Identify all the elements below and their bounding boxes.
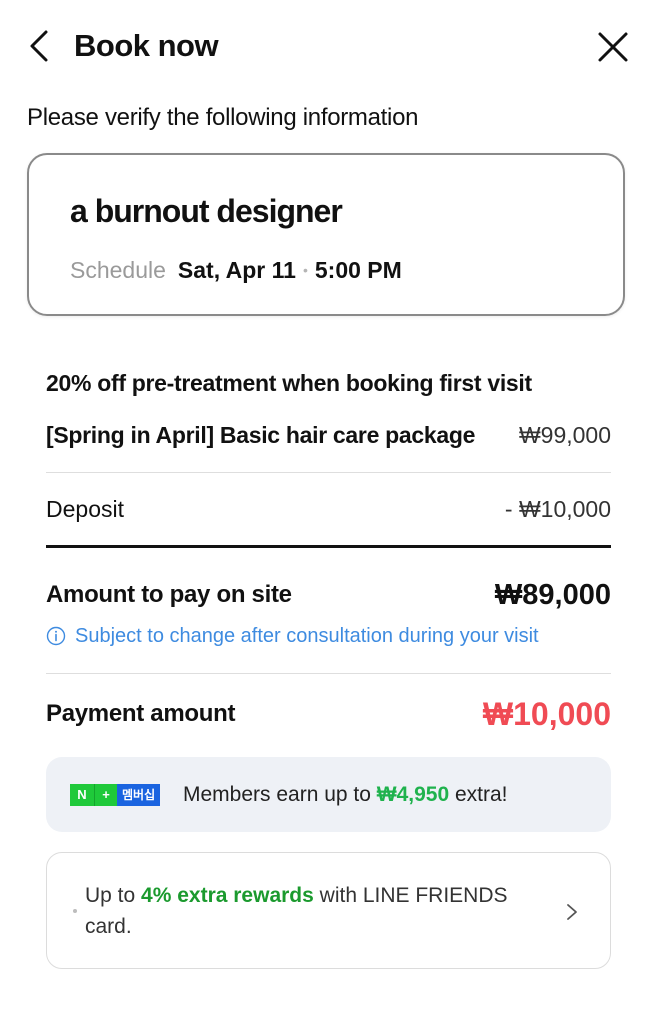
card-offer-banner[interactable]: Up to 4% extra rewards with LINE FRIENDS…	[46, 852, 611, 969]
badge-word: 멤버십	[117, 784, 161, 806]
schedule-separator: •	[302, 262, 308, 278]
badge-plus: +	[94, 784, 117, 806]
close-icon[interactable]	[594, 28, 632, 66]
onsite-amount-value: ₩89,000	[494, 578, 611, 611]
payment-amount-label: Payment amount	[46, 700, 236, 727]
schedule-row: Schedule Sat, Apr 11 • 5:00 PM	[70, 255, 402, 285]
onsite-notice-text: Subject to change after consultation dur…	[75, 625, 539, 647]
membership-amount: ₩4,950	[376, 783, 450, 806]
card-offer-text: Up to 4% extra rewards with LINE FRIENDS…	[85, 880, 555, 942]
info-icon	[46, 626, 66, 646]
promo-title: 20% off pre-treatment when booking first…	[46, 370, 532, 396]
shop-card: a burnout designer Schedule Sat, Apr 11 • 5…	[27, 153, 625, 316]
divider	[46, 472, 611, 473]
card-offer-text-before: Up to	[85, 884, 142, 907]
onsite-amount-label: Amount to pay on site	[46, 581, 292, 608]
onsite-amount-row: Amount to pay on site ₩89,000	[46, 577, 611, 613]
schedule-time: 5:00 PM	[314, 257, 402, 283]
bullet-dot	[73, 909, 77, 913]
membership-text: Members earn up to ₩4,950 extra!	[183, 780, 508, 810]
verify-instruction: Please verify the following information	[27, 104, 419, 131]
membership-banner: N + 멤버십 Members earn up to ₩4,950 extra!	[46, 757, 611, 832]
schedule-label: Schedule	[70, 257, 166, 283]
deposit-value: - ₩10,000	[504, 495, 611, 522]
payment-amount-value: ₩10,000	[482, 695, 611, 732]
chevron-right-icon	[567, 904, 577, 920]
membership-text-after: extra!	[449, 783, 508, 806]
page-title: Book now	[74, 28, 219, 63]
shop-name: a burnout designer	[70, 193, 343, 229]
payment-amount-row: Payment amount ₩10,000	[46, 694, 611, 734]
divider	[46, 673, 611, 674]
package-row: [Spring in April] Basic hair care packag…	[46, 419, 611, 451]
onsite-notice: Subject to change after consultation dur…	[46, 622, 539, 650]
deposit-label: Deposit	[46, 495, 124, 522]
package-price: ₩99,000	[518, 421, 611, 448]
membership-text-before: Members earn up to	[183, 783, 377, 806]
chevron-left-icon[interactable]	[26, 26, 54, 66]
total-divider	[46, 545, 611, 548]
header: Book now	[0, 0, 657, 92]
schedule-date: Sat, Apr 11	[177, 257, 296, 283]
card-offer-highlight: 4% extra rewards	[141, 884, 314, 907]
membership-badge: N + 멤버십	[70, 784, 161, 806]
deposit-row: Deposit - ₩10,000	[46, 493, 611, 525]
badge-n: N	[70, 784, 94, 806]
package-name: [Spring in April] Basic hair care packag…	[46, 421, 476, 448]
